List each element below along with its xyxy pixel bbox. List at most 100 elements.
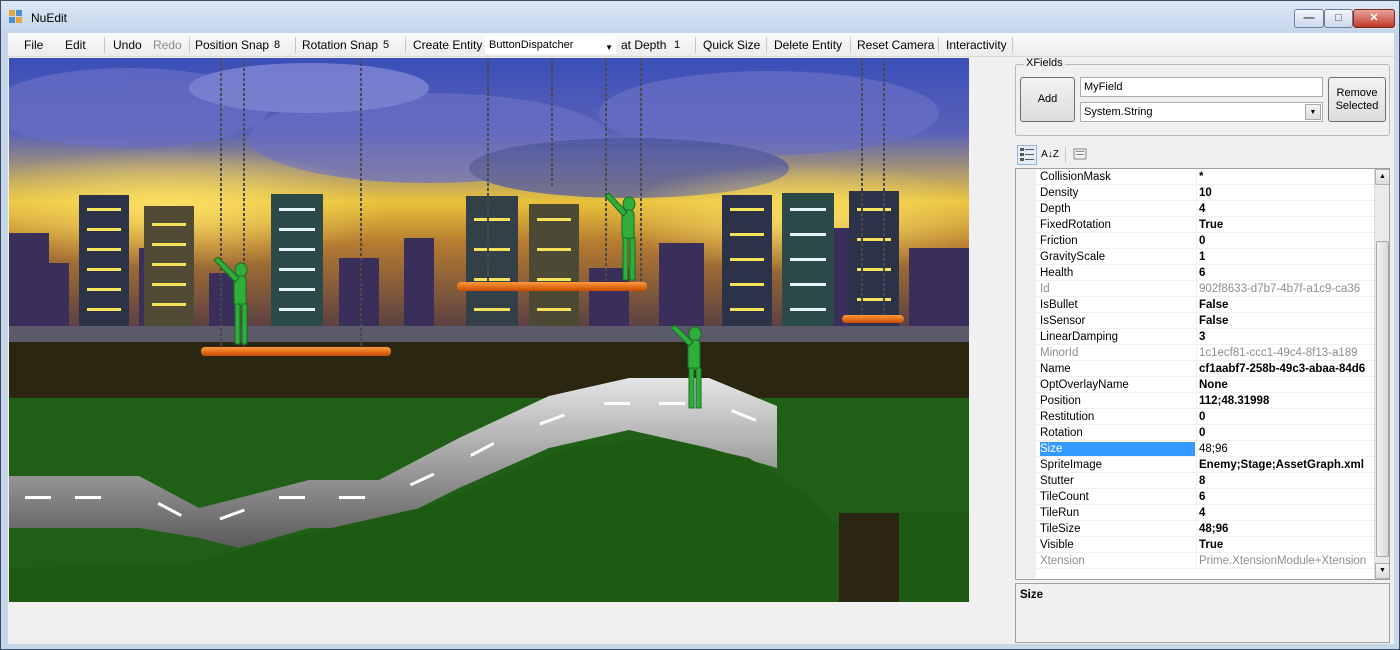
file-menu[interactable]: File <box>24 37 43 53</box>
property-row[interactable]: GravityScale 1 <box>1036 249 1374 265</box>
property-row[interactable]: Friction 0 <box>1036 233 1374 249</box>
property-value[interactable]: 0 <box>1199 234 1374 248</box>
property-name: Position <box>1040 395 1081 407</box>
property-value[interactable]: 4 <box>1199 506 1374 520</box>
property-row[interactable]: IsBullet False <box>1036 297 1374 313</box>
property-value[interactable]: cf1aabf7-258b-49c3-abaa-84d6 <box>1199 362 1374 376</box>
edit-menu[interactable]: Edit <box>65 37 86 53</box>
dirt-band <box>9 342 969 402</box>
property-row[interactable]: SpriteImage Enemy;Stage;AssetGraph.xml <box>1036 457 1374 473</box>
main-toolbar: File Edit Undo Redo Position Snap 8 Rota… <box>8 33 1394 57</box>
scroll-up-icon[interactable]: ▲ <box>1375 169 1389 185</box>
field-name-input[interactable]: MyField <box>1080 77 1323 97</box>
property-row[interactable]: Size 48;96 <box>1036 441 1374 457</box>
scroll-thumb[interactable] <box>1376 241 1389 557</box>
title-bar[interactable]: NuEdit — □ ✕ <box>1 1 1399 33</box>
minimize-button[interactable]: — <box>1294 9 1324 28</box>
property-name: TileRun <box>1040 507 1080 519</box>
property-row[interactable]: TileRun 4 <box>1036 505 1374 521</box>
column-divider <box>1196 505 1197 521</box>
property-description: Size <box>1015 583 1390 643</box>
property-value[interactable]: False <box>1199 314 1374 328</box>
property-value[interactable]: 0 <box>1199 426 1374 440</box>
undo-button[interactable]: Undo <box>113 37 142 53</box>
property-value[interactable]: 4 <box>1199 202 1374 216</box>
close-button[interactable]: ✕ <box>1353 9 1395 28</box>
toolbar-separator <box>766 37 767 53</box>
orange-platform[interactable] <box>457 282 647 291</box>
window-title: NuEdit <box>31 11 68 25</box>
property-value[interactable]: * <box>1199 170 1374 184</box>
property-row[interactable]: Health 6 <box>1036 265 1374 281</box>
column-divider <box>1196 185 1197 201</box>
scroll-down-icon[interactable]: ▼ <box>1375 563 1389 579</box>
property-row[interactable]: TileCount 6 <box>1036 489 1374 505</box>
create-entity-button[interactable]: Create Entity <box>413 37 482 53</box>
property-value[interactable]: True <box>1199 218 1374 232</box>
reset-camera-button[interactable]: Reset Camera <box>857 37 934 53</box>
property-value[interactable]: False <box>1199 298 1374 312</box>
column-divider <box>1196 249 1197 265</box>
maximize-button[interactable]: □ <box>1324 9 1353 28</box>
property-row[interactable]: Stutter 8 <box>1036 473 1374 489</box>
scene-canvas[interactable] <box>9 58 969 602</box>
toolbar-separator <box>189 37 190 53</box>
property-value[interactable]: 48;96 <box>1199 522 1374 536</box>
orange-platform[interactable] <box>842 315 904 323</box>
game-viewport[interactable] <box>9 58 969 602</box>
property-value[interactable]: 6 <box>1199 490 1374 504</box>
property-row[interactable]: Id 902f8633-d7b7-4b7f-a1c9-ca36 <box>1036 281 1374 297</box>
property-name: CollisionMask <box>1040 171 1111 183</box>
property-value[interactable]: True <box>1199 538 1374 552</box>
categorized-icon[interactable] <box>1017 145 1037 165</box>
delete-entity-button[interactable]: Delete Entity <box>774 37 842 53</box>
property-value[interactable]: None <box>1199 378 1374 392</box>
property-row[interactable]: CollisionMask * <box>1036 169 1374 185</box>
property-row[interactable]: Depth 4 <box>1036 201 1374 217</box>
property-value[interactable]: 8 <box>1199 474 1374 488</box>
interactivity-button[interactable]: Interactivity <box>946 37 1007 53</box>
property-pages-icon[interactable] <box>1070 145 1090 165</box>
property-row[interactable]: Name cf1aabf7-258b-49c3-abaa-84d6 <box>1036 361 1374 377</box>
property-row[interactable]: Position 112;48.31998 <box>1036 393 1374 409</box>
property-row[interactable]: MinorId 1c1ecf81-ccc1-49c4-8f13-a189 <box>1036 345 1374 361</box>
property-value[interactable]: 0 <box>1199 410 1374 424</box>
property-value[interactable]: 48;96 <box>1199 442 1374 456</box>
property-name: Health <box>1040 267 1074 279</box>
quick-size-button[interactable]: Quick Size <box>703 37 760 53</box>
property-name: IsSensor <box>1040 315 1086 327</box>
property-row[interactable]: Visible True <box>1036 537 1374 553</box>
toolbar-separator <box>405 37 406 53</box>
property-name: Stutter <box>1040 475 1074 487</box>
entity-type-dropdown[interactable]: ButtonDispatcher ▼ <box>485 36 616 54</box>
position-snap-input[interactable]: 8 <box>274 37 280 53</box>
property-row[interactable]: Restitution 0 <box>1036 409 1374 425</box>
property-value[interactable]: 3 <box>1199 330 1374 344</box>
property-row[interactable]: OptOverlayName None <box>1036 377 1374 393</box>
property-value[interactable]: 1 <box>1199 250 1374 264</box>
property-value[interactable]: Enemy;Stage;AssetGraph.xml <box>1199 458 1374 472</box>
property-scrollbar[interactable]: ▲ ▼ <box>1374 169 1389 579</box>
sort-az-icon[interactable]: A↓Z <box>1040 145 1060 165</box>
redo-button[interactable]: Redo <box>153 37 182 53</box>
property-row[interactable]: FixedRotation True <box>1036 217 1374 233</box>
property-row[interactable]: TileSize 48;96 <box>1036 521 1374 537</box>
client-area: File Edit Undo Redo Position Snap 8 Rota… <box>8 33 1394 644</box>
property-row[interactable]: Xtension Prime.XtensionModule+Xtension <box>1036 553 1374 569</box>
chevron-down-icon: ▼ <box>605 43 613 52</box>
property-row[interactable]: Rotation 0 <box>1036 425 1374 441</box>
remove-selected-button[interactable]: Remove Selected <box>1328 77 1386 122</box>
property-row[interactable]: LinearDamping 3 <box>1036 329 1374 345</box>
rotation-snap-input[interactable]: 5 <box>383 37 389 53</box>
orange-platform[interactable] <box>201 347 391 356</box>
depth-input[interactable]: 1 <box>674 37 680 53</box>
field-type-dropdown[interactable]: System.String ▼ <box>1080 102 1323 122</box>
column-divider <box>1196 297 1197 313</box>
property-row[interactable]: IsSensor False <box>1036 313 1374 329</box>
column-divider <box>1196 521 1197 537</box>
property-value[interactable]: 112;48.31998 <box>1199 394 1374 408</box>
add-field-button[interactable]: Add <box>1020 77 1075 122</box>
property-value[interactable]: 10 <box>1199 186 1374 200</box>
property-row[interactable]: Density 10 <box>1036 185 1374 201</box>
property-value[interactable]: 6 <box>1199 266 1374 280</box>
